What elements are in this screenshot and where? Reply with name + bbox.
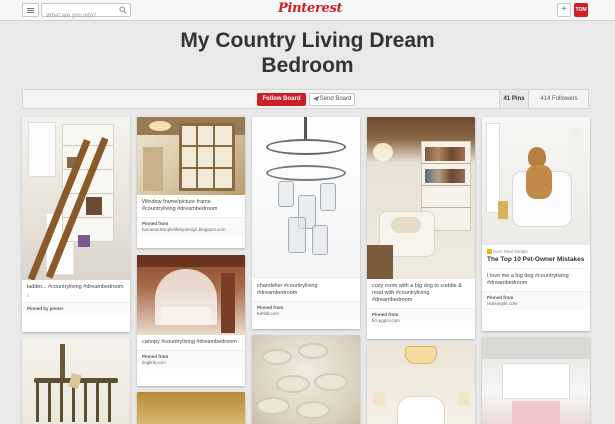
followers-count-tab[interactable]: 414 Followers: [531, 90, 587, 108]
search-icon[interactable]: [119, 6, 127, 14]
pin-card[interactable]: [22, 338, 130, 424]
board-title: My Country Living Dream Bedroom: [0, 28, 615, 78]
pin-attribution: Pinned by pinner: [22, 302, 130, 315]
pin-repin-count: 1: [27, 293, 30, 298]
pin-attribution-source[interactable]: realsimple.com: [487, 301, 517, 306]
follow-board-button[interactable]: Follow Board: [257, 93, 306, 106]
pin-image-white-bedroom[interactable]: [482, 337, 590, 424]
pin-image-rake[interactable]: [22, 338, 130, 424]
pin-card[interactable]: cozy room with a big dog to cuddle & rea…: [367, 117, 475, 339]
pin-card[interactable]: [252, 335, 360, 424]
send-board-label: Send Board: [319, 96, 352, 102]
pin-image-cozy-room-dog[interactable]: [367, 117, 475, 279]
pin-image-lamp-room[interactable]: [137, 392, 245, 424]
pin-description: ladder... #countryliving #dreambedroom: [27, 284, 124, 290]
top-navigation-bar: Pinterest + TOM: [0, 0, 615, 22]
add-pin-button[interactable]: +: [557, 3, 571, 17]
board-title-line-2: Bedroom: [261, 54, 354, 77]
pin-attribution-source[interactable]: tinglink.com: [142, 360, 166, 365]
pin-description: chandelier #countryliving #dreambedroom: [257, 283, 318, 296]
board-title-line-1: My Country Living Dream: [180, 29, 435, 52]
pin-card[interactable]: [367, 344, 475, 424]
pin-attribution: Pinned from tinglink.com: [137, 350, 245, 369]
pin-attribution-source[interactable]: homeandsimplelifebydesign.blogspot.com: [142, 227, 226, 232]
pin-description: cozy room with a big dog to cuddle & rea…: [372, 283, 462, 303]
pin-card[interactable]: [482, 337, 590, 424]
search-box[interactable]: [41, 3, 131, 22]
pin-image-lamp-bedroom[interactable]: [367, 344, 475, 424]
pin-attribution: Pinned from homeandsimplelifebydesign.blo…: [137, 217, 245, 236]
pin-image-canopy-bed[interactable]: [137, 255, 245, 335]
menu-icon[interactable]: [22, 3, 39, 17]
pin-attribution-source[interactable]: ficl.pgpm.com: [372, 318, 400, 323]
pin-attribution: Pinned from tumblr.com: [252, 301, 360, 320]
pin-card[interactable]: from Real Simple The Top 10 Pet-Owner Mi…: [482, 117, 590, 331]
pin-card[interactable]: chandelier #countryliving #dreambedroom …: [252, 117, 360, 329]
send-board-button[interactable]: Send Board: [309, 93, 355, 106]
pin-description: I love me a big dog #countryliving #drea…: [487, 273, 569, 287]
pin-attribution: Pinned from realsimple.com: [482, 291, 590, 311]
pin-attribution: Pinned from ficl.pgpm.com: [367, 308, 475, 327]
pin-image-dog-on-chair[interactable]: [482, 117, 590, 245]
pin-rich-source-label: from Real Simple: [493, 249, 528, 254]
send-icon: [312, 95, 319, 101]
pin-card[interactable]: Window frame/picture frame #countrylivin…: [137, 117, 245, 248]
pins-count-tab[interactable]: 41 Pins: [499, 90, 529, 108]
rich-pin-icon: [487, 249, 492, 255]
pin-rich-source[interactable]: from Real Simple: [482, 245, 590, 255]
pin-attribution-label: Pinned by pinner: [27, 306, 64, 311]
pin-card[interactable]: ladder... #countryliving #dreambedroom 1…: [22, 117, 130, 332]
pin-rich-title[interactable]: The Top 10 Pet-Owner Mistakes: [482, 254, 590, 264]
profile-button[interactable]: TOM: [574, 3, 588, 17]
board-action-bar: Follow Board Send Board 41 Pins 414 Foll…: [22, 89, 589, 109]
pin-description: canopy #countryliving #dreambedroom: [142, 339, 237, 345]
pin-card[interactable]: canopy #countryliving #dreambedroom Pinn…: [137, 255, 245, 386]
pinterest-logo[interactable]: Pinterest: [278, 1, 342, 16]
pin-image-knit-blanket[interactable]: [252, 335, 360, 424]
pin-image-chandelier[interactable]: [252, 117, 360, 279]
pin-description: Window frame/picture frame #countrylivin…: [142, 199, 218, 212]
pin-image-ladder-room[interactable]: [22, 117, 130, 280]
pin-image-window-frame[interactable]: [137, 117, 245, 195]
pin-attribution-source[interactable]: tumblr.com: [257, 311, 279, 316]
search-input[interactable]: [42, 10, 116, 22]
pin-card[interactable]: [137, 392, 245, 424]
